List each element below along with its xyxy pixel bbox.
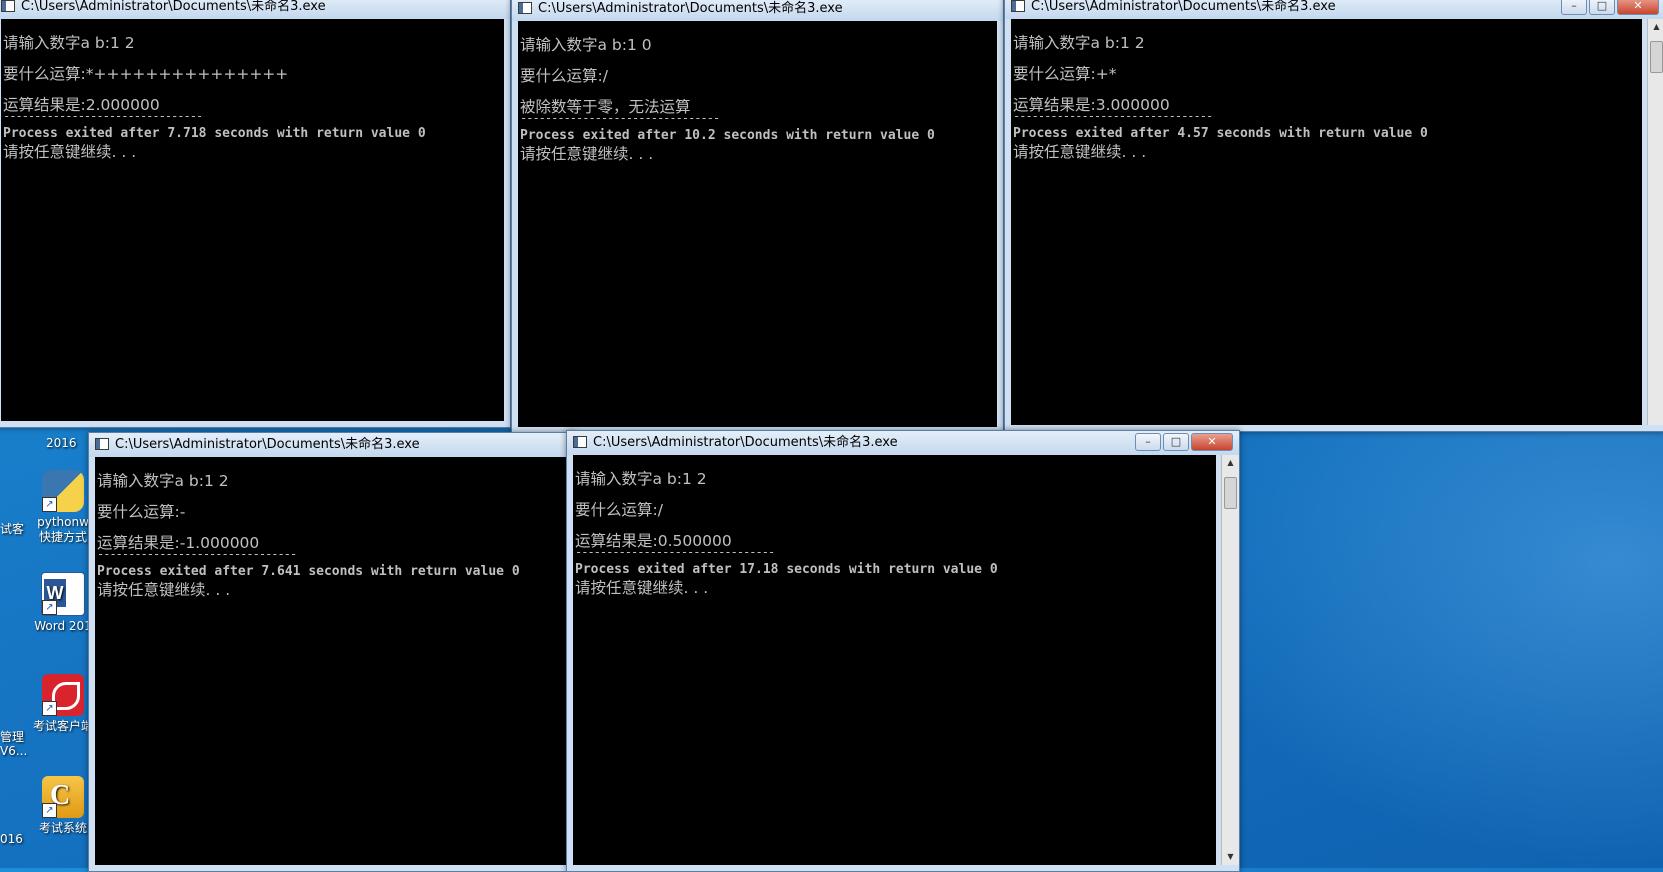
window-title-bar[interactable]: C:\Users\Administrator\Documents\未命名3.ex… — [512, 0, 1003, 21]
console-line-prompt: 请输入数字a b:1 2 — [3, 34, 135, 52]
console-separator: -------------------------------- — [520, 111, 720, 125]
exam-system-icon: C ↗ — [42, 776, 84, 818]
console-output[interactable]: 请输入数字a b:1 2 要什么运算:+* 运算结果是:3.000000 ---… — [1011, 19, 1642, 425]
window-controls: – □ ✕ — [1133, 433, 1233, 451]
console-output[interactable]: 请输入数字a b:1 2 要什么运算:*+++++++++++++++ 运算结果… — [1, 19, 504, 421]
console-window-1[interactable]: C:\Users\Administrator\Documents\未命名3.ex… — [0, 0, 511, 428]
console-line-operation: 要什么运算:+* — [1013, 65, 1117, 83]
console-output[interactable]: 请输入数字a b:1 2 要什么运算:- 运算结果是:-1.000000 ---… — [95, 457, 569, 865]
console-line-prompt: 请输入数字a b:1 2 — [575, 470, 707, 488]
console-line-press-key: 请按任意键继续. . . — [3, 143, 137, 161]
shortcut-arrow-icon: ↗ — [42, 600, 57, 615]
shortcut-arrow-icon: ↗ — [42, 497, 57, 512]
console-line-operation: 要什么运算:*+++++++++++++++ — [3, 65, 289, 83]
console-app-icon — [573, 435, 587, 448]
window-title-bar[interactable]: C:\Users\Administrator\Documents\未命名3.ex… — [0, 0, 510, 19]
scrollbar-thumb[interactable] — [1224, 477, 1237, 509]
desktop-year-label: 2016 — [46, 436, 77, 450]
console-separator: -------------------------------- — [97, 547, 297, 561]
console-app-icon — [518, 1, 532, 14]
shortcut-arrow-icon: ↗ — [42, 803, 57, 818]
close-icon[interactable]: ✕ — [1191, 433, 1233, 451]
console-app-icon — [1, 0, 15, 12]
console-window-4[interactable]: C:\Users\Administrator\Documents\未命名3.ex… — [88, 432, 576, 872]
console-line-prompt: 请输入数字a b:1 0 — [520, 36, 652, 54]
console-separator: -------------------------------- — [1013, 109, 1213, 123]
console-line-operation: 要什么运算:- — [97, 503, 186, 521]
window-title: C:\Users\Administrator\Documents\未命名3.ex… — [593, 435, 898, 450]
desktop-partial-label: 016 — [0, 832, 23, 846]
console-line-process: Process exited after 7.718 seconds with … — [3, 126, 426, 141]
console-line-process: Process exited after 4.57 seconds with r… — [1013, 126, 1428, 141]
window-title: C:\Users\Administrator\Documents\未命名3.ex… — [115, 437, 420, 452]
window-title: C:\Users\Administrator\Documents\未命名3.ex… — [21, 0, 326, 14]
desktop-partial-label: 试客 — [0, 522, 25, 536]
scroll-up-icon[interactable]: ▲ — [1222, 455, 1239, 471]
maximize-icon[interactable]: □ — [1589, 0, 1615, 15]
console-line-operation: 要什么运算:/ — [575, 501, 663, 519]
scroll-down-icon[interactable]: ▼ — [1222, 849, 1239, 865]
minimize-icon[interactable]: – — [1135, 433, 1161, 451]
console-line-process: Process exited after 10.2 seconds with r… — [520, 128, 935, 143]
python-icon: ↗ — [42, 470, 84, 512]
console-line-process: Process exited after 17.18 seconds with … — [575, 562, 998, 577]
console-line-press-key: 请按任意键继续. . . — [575, 579, 709, 597]
window-title-bar[interactable]: C:\Users\Administrator\Documents\未命名3.ex… — [89, 433, 575, 457]
console-line-operation: 要什么运算:/ — [520, 67, 608, 85]
window-title-bar[interactable]: C:\Users\Administrator\Documents\未命名3.ex… — [1005, 0, 1663, 19]
console-output[interactable]: 请输入数字a b:1 2 要什么运算:/ 运算结果是:0.500000 ----… — [573, 455, 1216, 865]
console-separator: -------------------------------- — [575, 545, 775, 559]
console-window-3[interactable]: C:\Users\Administrator\Documents\未命名3.ex… — [1004, 0, 1663, 432]
word-icon: W ↗ — [41, 572, 85, 616]
console-app-icon — [95, 437, 109, 450]
console-window-2[interactable]: C:\Users\Administrator\Documents\未命名3.ex… — [511, 0, 1004, 434]
exam-client-icon: ↗ — [42, 674, 84, 716]
desktop-partial-label: 管理 — [0, 730, 25, 744]
close-icon[interactable]: ✕ — [1617, 0, 1659, 15]
shortcut-arrow-icon: ↗ — [42, 701, 57, 716]
scrollbar-thumb[interactable] — [1650, 41, 1663, 73]
console-separator: -------------------------------- — [3, 109, 203, 123]
console-line-press-key: 请按任意键继续. . . — [1013, 143, 1147, 161]
vertical-scrollbar[interactable]: ▲ ▼ — [1221, 455, 1239, 865]
maximize-icon[interactable]: □ — [1163, 433, 1189, 451]
window-title: C:\Users\Administrator\Documents\未命名3.ex… — [538, 1, 843, 16]
window-controls: – □ ✕ — [1559, 0, 1659, 15]
desktop-partial-label: V6... — [0, 744, 28, 758]
console-app-icon — [1011, 0, 1025, 12]
window-title-bar[interactable]: C:\Users\Administrator\Documents\未命名3.ex… — [567, 431, 1239, 455]
console-line-press-key: 请按任意键继续. . . — [520, 145, 654, 163]
console-window-5[interactable]: C:\Users\Administrator\Documents\未命名3.ex… — [566, 430, 1240, 872]
console-output[interactable]: 请输入数字a b:1 0 要什么运算:/ 被除数等于零，无法运算 -------… — [518, 21, 997, 427]
window-title: C:\Users\Administrator\Documents\未命名3.ex… — [1031, 0, 1336, 14]
console-line-process: Process exited after 7.641 seconds with … — [97, 564, 520, 579]
console-line-press-key: 请按任意键继续. . . — [97, 581, 231, 599]
console-line-prompt: 请输入数字a b:1 2 — [97, 472, 229, 490]
console-line-prompt: 请输入数字a b:1 2 — [1013, 34, 1145, 52]
minimize-icon[interactable]: – — [1561, 0, 1587, 15]
scroll-up-icon[interactable]: ▲ — [1648, 19, 1663, 35]
vertical-scrollbar[interactable]: ▲ — [1647, 19, 1663, 425]
desktop-background — [1170, 430, 1663, 868]
